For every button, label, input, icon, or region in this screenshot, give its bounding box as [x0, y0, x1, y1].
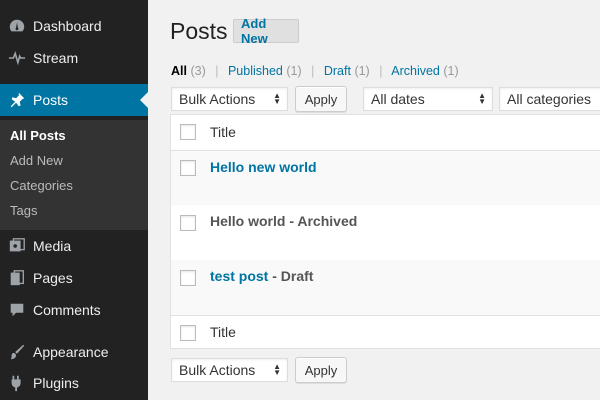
menu-item-pages[interactable]: Pages [0, 262, 148, 294]
filter-all[interactable]: All [171, 64, 187, 78]
column-header-title[interactable]: Title [210, 124, 236, 140]
brush-icon [7, 342, 27, 362]
apply-button[interactable]: Apply [295, 86, 347, 112]
menu-item-posts[interactable]: Posts [0, 84, 148, 116]
submenu-all-posts[interactable]: All Posts [10, 128, 66, 143]
filter-all-count: (3) [190, 64, 206, 78]
date-filter-value: All dates [371, 91, 425, 107]
menu-item-label: Stream [33, 50, 79, 66]
pages-icon [7, 268, 27, 288]
post-title-link[interactable]: test post [210, 268, 268, 284]
status-filters: All (3) | Published (1) | Draft (1) | Ar… [171, 64, 459, 78]
bulk-actions-select-bottom[interactable]: Bulk Actions ▲ ▼ [171, 358, 288, 382]
posts-submenu: All Posts Add New Categories Tags [0, 120, 148, 230]
filter-separator: | [215, 64, 219, 78]
menu-item-label: Dashboard [33, 18, 102, 34]
select-arrows-icon: ▲ ▼ [478, 91, 486, 106]
post-title-link[interactable]: Hello new world [210, 159, 317, 175]
post-title: Hello world - Archived [210, 213, 357, 229]
bulk-actions-value: Bulk Actions [179, 91, 256, 107]
post-title-text[interactable]: Hello world - Archived [210, 213, 357, 229]
category-filter-select[interactable]: All categories [499, 87, 600, 111]
post-state: - Draft [268, 268, 314, 284]
menu-item-dashboard[interactable]: Dashboard [0, 10, 148, 42]
page-title: Posts [170, 18, 228, 44]
admin-sidebar: Dashboard Stream Posts All Posts Add New… [0, 0, 148, 400]
filter-separator: | [379, 64, 383, 78]
menu-item-label: Comments [33, 302, 101, 318]
pulse-icon [7, 48, 27, 68]
row-checkbox[interactable] [180, 270, 196, 286]
posts-table: Title Hello new world Hello world - Arch… [170, 114, 600, 349]
media-icon [7, 236, 27, 256]
submenu-tags[interactable]: Tags [10, 203, 37, 218]
table-footer-row: Title [171, 315, 600, 350]
filter-published[interactable]: Published [228, 64, 283, 78]
row-checkbox[interactable] [180, 215, 196, 231]
post-title: test post - Draft [210, 268, 313, 284]
filter-archived[interactable]: Archived [391, 64, 440, 78]
submenu-categories[interactable]: Categories [10, 178, 73, 193]
submenu-add-new[interactable]: Add New [10, 153, 63, 168]
select-all-checkbox[interactable] [180, 124, 196, 140]
post-title: Hello new world [210, 159, 317, 175]
menu-item-label: Media [33, 238, 72, 254]
menu-item-label: Posts [33, 92, 69, 108]
plug-icon [7, 373, 27, 393]
column-footer-title[interactable]: Title [210, 324, 236, 340]
filter-draft[interactable]: Draft [324, 64, 351, 78]
filter-archived-count: (1) [443, 64, 459, 78]
filter-draft-count: (1) [354, 64, 370, 78]
menu-item-media[interactable]: Media [0, 230, 148, 262]
dashboard-icon [7, 16, 27, 36]
bulk-actions-select[interactable]: Bulk Actions ▲ ▼ [171, 87, 288, 111]
apply-button-bottom[interactable]: Apply [295, 357, 347, 383]
menu-item-appearance[interactable]: Appearance [0, 336, 148, 368]
filter-separator: | [311, 64, 315, 78]
select-arrows-icon: ▲ ▼ [273, 362, 281, 377]
select-arrows-icon: ▲ ▼ [273, 91, 281, 106]
menu-item-label: Appearance [33, 344, 109, 360]
select-all-checkbox[interactable] [180, 325, 196, 341]
row-checkbox[interactable] [180, 160, 196, 176]
add-new-button[interactable]: Add New [233, 16, 299, 46]
comment-icon [7, 300, 27, 320]
filter-published-count: (1) [286, 64, 302, 78]
pin-icon [7, 90, 27, 110]
table-header-row: Title [171, 115, 600, 151]
table-row: Hello world - Archived [171, 205, 600, 260]
table-row: test post - Draft [171, 260, 600, 315]
bulk-actions-value: Bulk Actions [179, 362, 256, 378]
active-indicator [140, 92, 148, 108]
menu-item-comments[interactable]: Comments [0, 294, 148, 326]
category-filter-value: All categories [507, 91, 592, 107]
menu-item-plugins[interactable]: Plugins [0, 367, 148, 399]
menu-item-label: Pages [33, 270, 73, 286]
menu-item-label: Plugins [33, 375, 79, 391]
date-filter-select[interactable]: All dates ▲ ▼ [363, 87, 493, 111]
menu-item-stream[interactable]: Stream [0, 42, 148, 74]
table-row: Hello new world [171, 151, 600, 205]
